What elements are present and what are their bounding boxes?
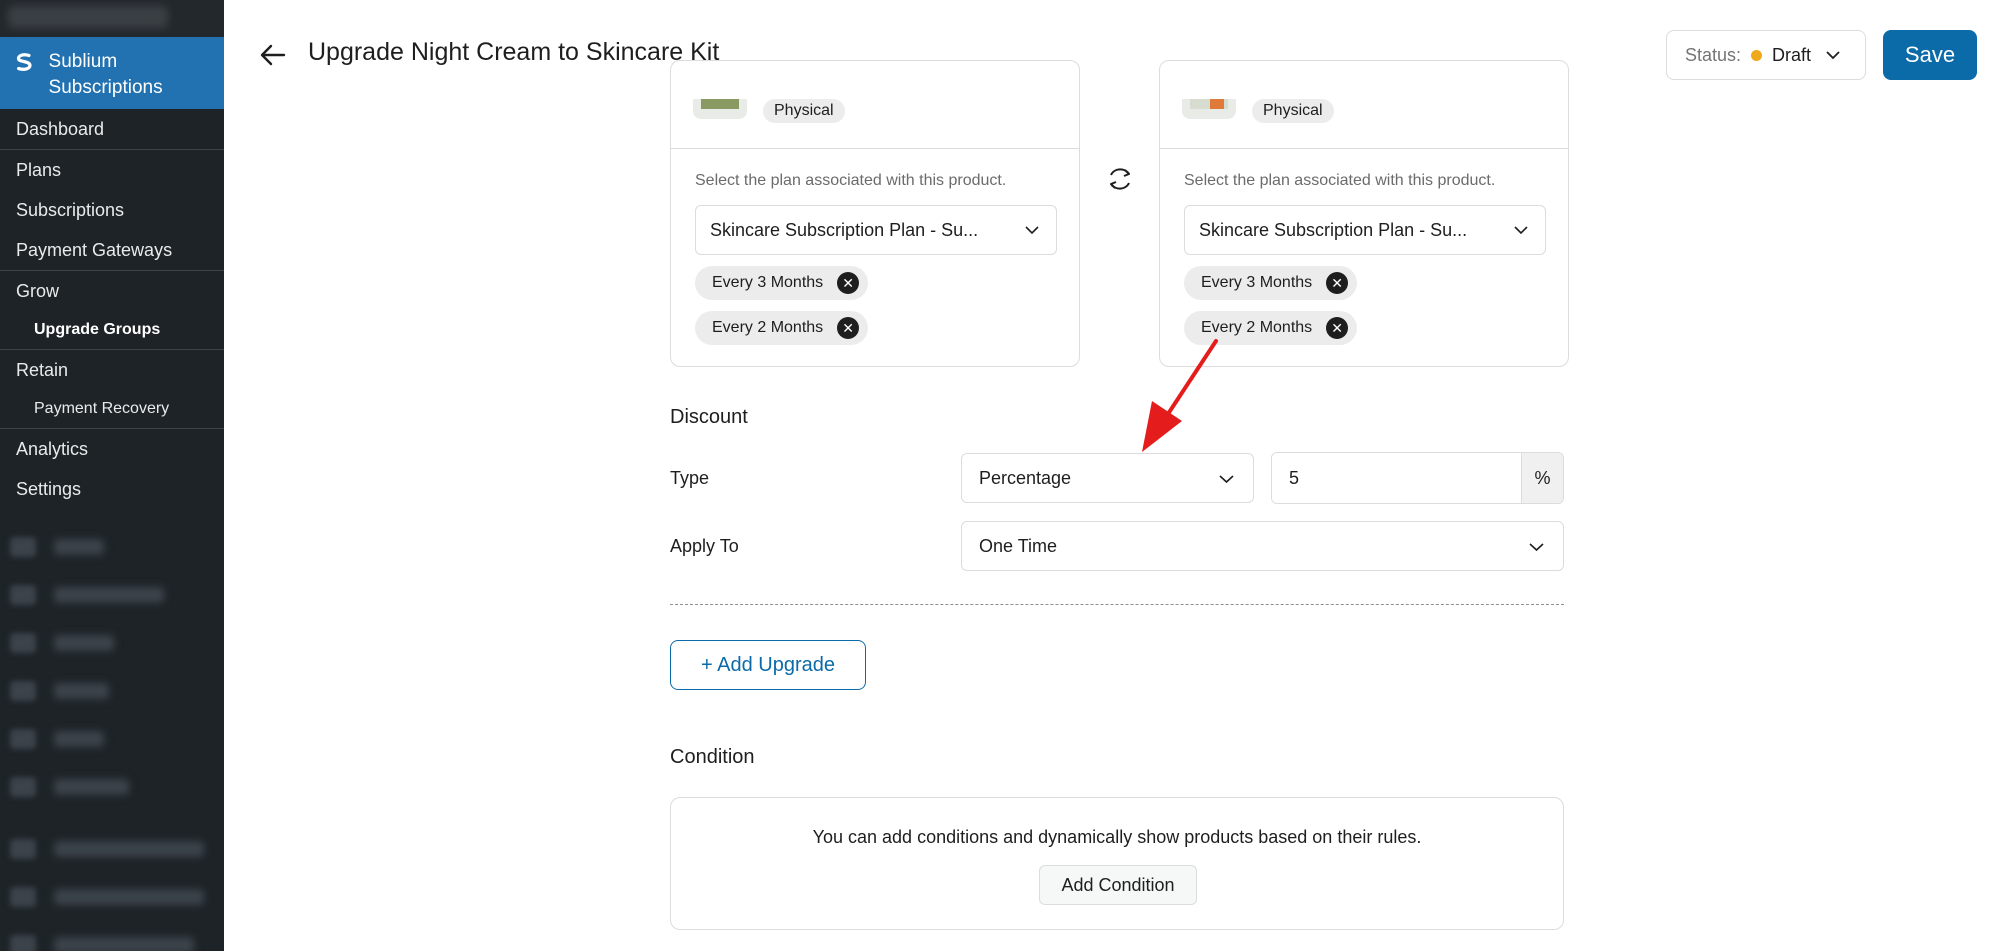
plan-select-value: Skincare Subscription Plan - Su... [710, 219, 979, 240]
sidebar-menu: Dashboard Plans Subscriptions Payment Ga… [0, 109, 224, 509]
sidebar-item-plans[interactable]: Plans [0, 150, 224, 190]
discount-title: Discount [670, 406, 748, 428]
chip-label: Every 3 Months [712, 274, 824, 291]
annotation-arrow-icon [1142, 339, 1218, 452]
percent-suffix: % [1521, 453, 1563, 503]
discount-amount-field[interactable]: % [1271, 452, 1564, 504]
discount-amount-input[interactable] [1272, 453, 1521, 503]
interval-chip: Every 3 Months ✕ [1184, 266, 1358, 300]
discount-type-select[interactable]: Percentage [961, 453, 1254, 503]
sidebar-item-grow[interactable]: Grow [0, 271, 224, 311]
discount-type-label: Type [670, 468, 710, 488]
sidebar-item-settings[interactable]: Settings [0, 469, 224, 509]
plan-select-value: Skincare Subscription Plan - Su... [1199, 219, 1468, 240]
sidebar-item-payment-recovery[interactable]: Payment Recovery [0, 390, 224, 428]
plan-select[interactable]: Skincare Subscription Plan - Su... [1184, 205, 1546, 255]
product-type-tag: Physical [763, 99, 845, 123]
sidebar-item-payment-gateways[interactable]: Payment Gateways [0, 230, 224, 270]
sidebar-item-retain[interactable]: Retain [0, 350, 224, 390]
remove-chip-icon[interactable]: ✕ [837, 317, 860, 339]
admin-sidebar: Sublium Subscriptions Dashboard Plans Su… [0, 0, 224, 951]
add-condition-button[interactable]: Add Condition [1039, 865, 1197, 905]
blurred-admin-menu [0, 523, 224, 951]
sidebar-item-dashboard[interactable]: Dashboard [0, 109, 224, 149]
condition-help-text: You can add conditions and dynamically s… [812, 827, 1422, 847]
swap-icon [1110, 168, 1130, 190]
chip-label: Every 2 Months [712, 319, 824, 336]
product-thumbnail [1182, 99, 1236, 119]
discount-type-value: Percentage [979, 467, 1072, 488]
page-title: Upgrade Night Cream to Skincare Kit [308, 38, 720, 66]
save-button[interactable]: Save [1883, 30, 1977, 80]
plan-help-text: Select the plan associated with this pro… [1184, 172, 1496, 189]
chevron-down-icon [1514, 226, 1528, 235]
back-arrow-icon[interactable] [258, 40, 288, 70]
brand-name: Sublium Subscriptions [48, 51, 163, 98]
product-info: Physical [671, 61, 1079, 149]
condition-box: You can add conditions and dynamically s… [670, 797, 1564, 930]
plan-help-text: Select the plan associated with this pro… [695, 172, 1007, 189]
remove-chip-icon[interactable]: ✕ [1326, 272, 1349, 294]
chevron-down-icon [1826, 51, 1840, 60]
sidebar-item-subscriptions[interactable]: Subscriptions [0, 190, 224, 230]
apply-to-label: Apply To [670, 536, 739, 556]
section-divider [670, 604, 1564, 605]
product-card-from: Physical Select the plan associated with… [670, 60, 1080, 367]
add-upgrade-button[interactable]: + Add Upgrade [670, 640, 866, 690]
sidebar-item-upgrade-groups[interactable]: Upgrade Groups [0, 311, 224, 349]
apply-to-select[interactable]: One Time [961, 521, 1564, 571]
sidebar-brand[interactable]: Sublium Subscriptions [0, 37, 224, 109]
product-card-to: Physical Select the plan associated with… [1159, 60, 1569, 367]
status-dot-icon [1751, 49, 1763, 61]
sublium-logo-icon [16, 53, 32, 71]
chevron-down-icon [1219, 475, 1234, 484]
interval-chip: Every 2 Months ✕ [695, 311, 869, 345]
condition-title: Condition [670, 746, 755, 768]
product-info: Physical [1160, 61, 1568, 149]
interval-chip: Every 3 Months ✕ [695, 266, 869, 300]
sidebar-item-analytics[interactable]: Analytics [0, 429, 224, 469]
status-dropdown[interactable]: Status: Draft [1666, 30, 1866, 80]
product-type-tag: Physical [1252, 99, 1334, 123]
product-thumbnail [693, 99, 747, 119]
apply-to-value: One Time [979, 535, 1058, 556]
remove-chip-icon[interactable]: ✕ [1326, 317, 1349, 339]
chevron-down-icon [1025, 226, 1039, 235]
status-value: Draft [1772, 44, 1812, 65]
chip-label: Every 3 Months [1201, 274, 1313, 291]
plan-select[interactable]: Skincare Subscription Plan - Su... [695, 205, 1057, 255]
chevron-down-icon [1529, 543, 1544, 552]
remove-chip-icon[interactable]: ✕ [837, 272, 860, 294]
sidebar-top-blurred [0, 0, 224, 37]
status-label: Status: [1685, 44, 1742, 65]
